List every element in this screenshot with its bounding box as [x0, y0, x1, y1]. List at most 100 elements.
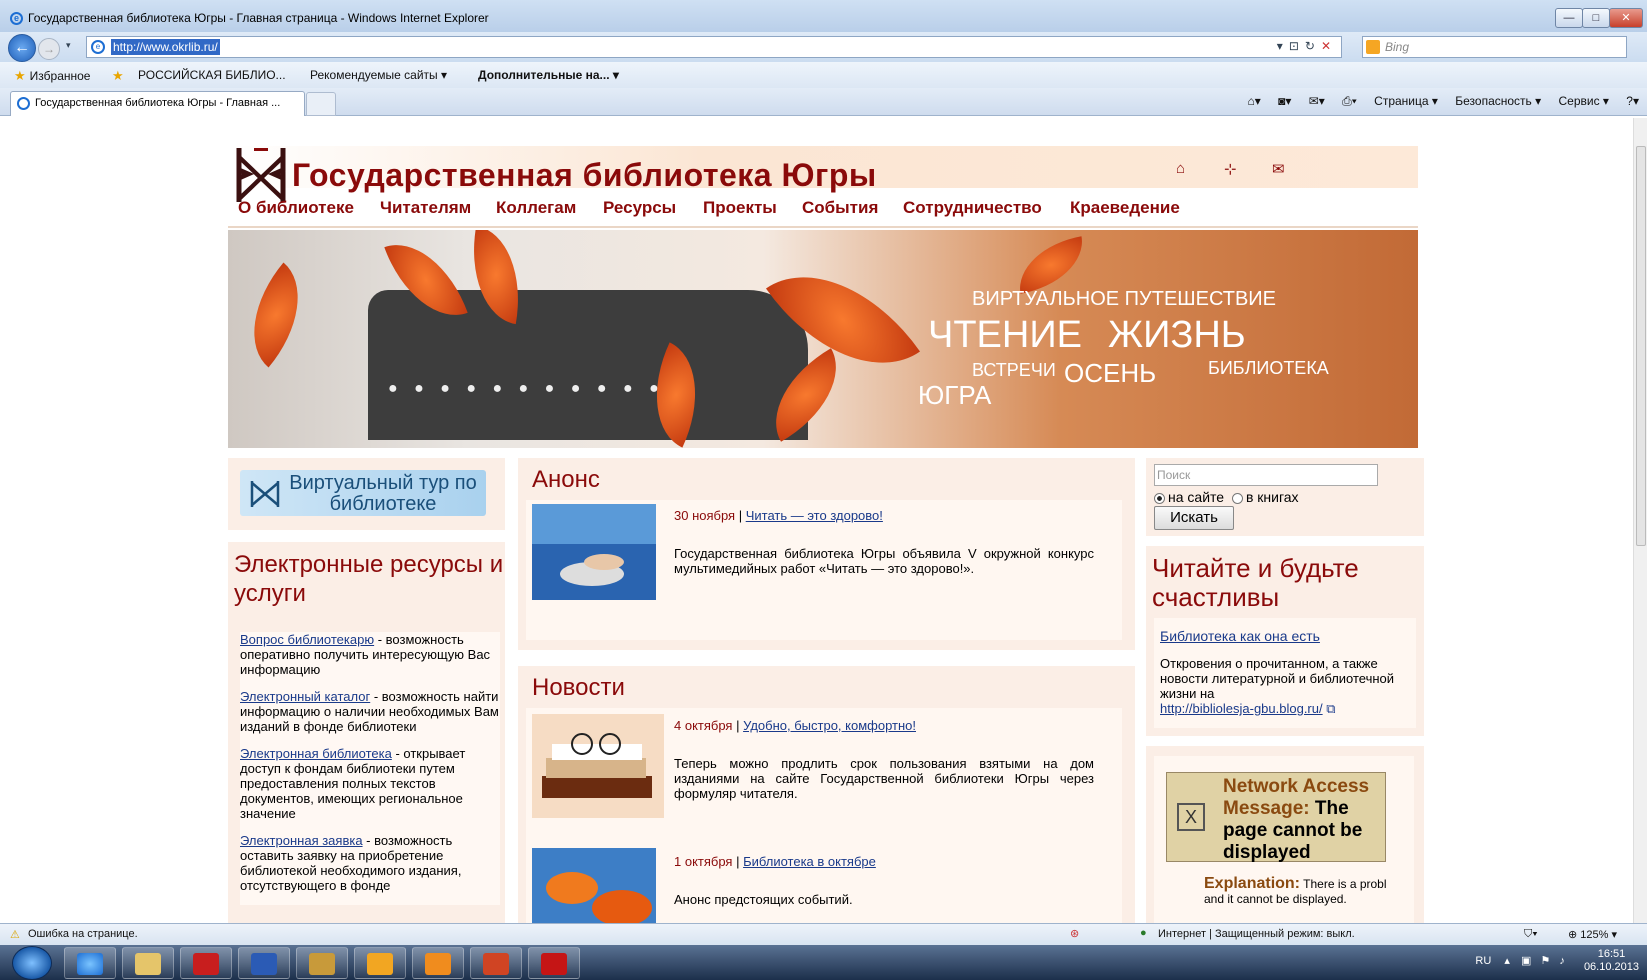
refresh-icon[interactable]: ↻ — [1305, 39, 1321, 53]
compat-icon[interactable]: ⊡ — [1289, 39, 1305, 53]
banner-word: ВИРТУАЛЬНОЕ ПУТЕШЕСТВИЕ — [972, 288, 1277, 310]
menu-events[interactable]: События — [802, 198, 878, 218]
address-bar[interactable]: e http://www.okrlib.ru/ ▾⊡↻✕ — [86, 36, 1342, 58]
maximize-button[interactable]: □ — [1582, 8, 1610, 28]
network-icon[interactable]: ▣ — [1521, 955, 1531, 967]
menu-readers[interactable]: Читателям — [380, 198, 471, 218]
taskbar-word[interactable] — [238, 947, 290, 979]
link-ask-librarian[interactable]: Вопрос библиотекарю — [240, 632, 374, 647]
taskbar-ie[interactable] — [64, 947, 116, 979]
site-header: Государственная библиотека Югры ⌂ ⊹ ✉ — [228, 146, 1418, 202]
right-column: Поиск на сайте в книгах Искать Читайте и… — [1146, 458, 1424, 923]
anons-item: 30 ноября | Читать — это здорово! Госуда… — [526, 500, 1122, 640]
tray-arrow-icon[interactable]: ▴ — [1504, 955, 1510, 967]
news-text: Теперь можно продлить срок пользования в… — [674, 756, 1094, 801]
menu-local-history[interactable]: Краеведение — [1070, 198, 1180, 218]
list-item: Электронная библиотека - открывает досту… — [240, 746, 466, 821]
resources-box: Электронные ресурсы и услуги Вопрос библ… — [228, 542, 505, 923]
vertical-scrollbar[interactable] — [1633, 118, 1647, 923]
status-zone[interactable]: Интернет | Защищенный режим: выкл. — [1158, 928, 1355, 940]
taskbar-media[interactable] — [354, 947, 406, 979]
page-menu[interactable]: Страница ▾ — [1374, 94, 1438, 108]
site-search-panel: Поиск на сайте в книгах Искать — [1146, 458, 1424, 536]
home-icon[interactable]: ⌂ — [1176, 160, 1185, 177]
taskbar-outlook[interactable] — [412, 947, 464, 979]
news-date-line: 4 октября | Удобно, быстро, комфортно! — [674, 718, 916, 733]
help-icon[interactable]: ?▾ — [1626, 94, 1639, 108]
favorites-button[interactable]: ★ Избранное — [14, 68, 90, 84]
news-date-line: 1 октября | Библиотека в октябре — [674, 854, 876, 869]
menu-cooperation[interactable]: Сотрудничество — [903, 198, 1042, 218]
close-button[interactable]: ✕ — [1609, 8, 1643, 28]
security-shield-icon[interactable]: ⛉▾ — [1524, 928, 1538, 941]
sitemap-icon[interactable]: ⊹ — [1224, 160, 1237, 178]
news-thumbnail[interactable] — [532, 714, 664, 818]
blog-url-link[interactable]: http://bibliolesja-gbu.blog.ru/ — [1160, 701, 1323, 716]
mail-icon[interactable]: ✉▾ — [1309, 94, 1325, 108]
volume-icon[interactable]: ♪ — [1559, 955, 1565, 967]
print-icon[interactable]: ⎙▾ — [1342, 94, 1357, 108]
service-menu[interactable]: Сервис ▾ — [1559, 94, 1609, 108]
fav-link-rgb[interactable]: РОССИЙСКАЯ БИБЛИО... — [138, 68, 286, 82]
address-url[interactable]: http://www.okrlib.ru/ — [111, 39, 220, 55]
radio-site[interactable] — [1154, 492, 1165, 504]
history-dropdown-icon[interactable]: ▾ — [66, 40, 71, 51]
site-title[interactable]: Государственная библиотека Югры — [292, 157, 877, 194]
news-box: Новости 4 октября | Удобно, быстро, комф… — [518, 666, 1135, 923]
site-search-input[interactable]: Поиск — [1154, 464, 1378, 486]
home-icon[interactable]: ⌂▾ — [1248, 94, 1261, 108]
search-box[interactable]: Bing — [1362, 36, 1627, 58]
zoom-level[interactable]: ⊕ 125% ▾ — [1568, 928, 1617, 941]
security-menu[interactable]: Безопасность ▾ — [1455, 94, 1541, 108]
new-tab-button[interactable] — [306, 92, 336, 116]
add-favorite-icon[interactable]: ★ — [112, 68, 128, 84]
star-icon: ★ — [14, 68, 26, 83]
flag-icon[interactable]: ⚑ — [1540, 955, 1550, 967]
forward-button[interactable]: → — [38, 38, 60, 60]
anons-thumbnail[interactable] — [532, 504, 656, 600]
archive-icon — [309, 953, 335, 975]
link-catalog[interactable]: Электронный каталог — [240, 689, 370, 704]
folder-icon — [135, 953, 161, 975]
menu-about[interactable]: О библиотеке — [238, 198, 354, 218]
back-button[interactable]: ← — [8, 34, 36, 62]
status-error[interactable]: Ошибка на странице. — [28, 928, 138, 940]
dropdown-icon[interactable]: ▾ — [1277, 39, 1289, 53]
tab-main[interactable]: Государственная библиотека Югры - Главна… — [10, 91, 305, 116]
taskbar-app[interactable] — [180, 947, 232, 979]
fav-link-suggested[interactable]: Рекомендуемые сайты ▾ — [310, 68, 447, 82]
menu-colleagues[interactable]: Коллегам — [496, 198, 576, 218]
link-e-library[interactable]: Электронная библиотека — [240, 746, 392, 761]
mail-icon[interactable]: ✉ — [1272, 160, 1285, 178]
news-link[interactable]: Удобно, быстро, комфортно! — [743, 718, 916, 733]
clock[interactable]: 16:51 06.10.2013 — [1584, 948, 1639, 974]
menu-projects[interactable]: Проекты — [703, 198, 777, 218]
search-button[interactable]: Искать — [1154, 506, 1234, 530]
taskbar-powerpoint[interactable] — [470, 947, 522, 979]
radio-books[interactable] — [1231, 492, 1243, 504]
banner-word: БИБЛИОТЕКА — [1208, 358, 1329, 378]
start-button[interactable] — [12, 946, 52, 980]
anons-link[interactable]: Читать — это здорово! — [746, 508, 883, 523]
taskbar-acrobat[interactable] — [528, 947, 580, 979]
warning-icon[interactable]: ⚠ — [10, 928, 20, 941]
minimize-button[interactable]: — — [1555, 8, 1583, 28]
taskbar-explorer[interactable] — [122, 947, 174, 979]
blog-link[interactable]: Библиотека как она есть — [1160, 628, 1320, 644]
window-titlebar: e Государственная библиотека Югры - Глав… — [0, 0, 1647, 36]
page-icon: e — [91, 40, 105, 54]
resources-list: Вопрос библиотекарю - возможность операт… — [240, 632, 500, 905]
news-thumbnail[interactable] — [532, 848, 656, 923]
menu-resources[interactable]: Ресурсы — [603, 198, 676, 218]
link-e-request[interactable]: Электронная заявка — [240, 833, 363, 848]
outlook-icon — [425, 953, 451, 975]
fav-link-addons[interactable]: Дополнительные на... ▾ — [478, 68, 619, 82]
language-indicator[interactable]: RU — [1475, 955, 1491, 967]
stop-icon[interactable]: ✕ — [1321, 39, 1337, 53]
news-link[interactable]: Библиотека в октябре — [743, 854, 876, 869]
feeds-icon[interactable]: ◙▾ — [1278, 94, 1291, 108]
virtual-tour-button[interactable]: Виртуальный тур по библиотеке — [240, 470, 486, 516]
external-link-icon: ⧉ — [1326, 701, 1336, 716]
scroll-thumb[interactable] — [1636, 146, 1646, 546]
taskbar-archive[interactable] — [296, 947, 348, 979]
